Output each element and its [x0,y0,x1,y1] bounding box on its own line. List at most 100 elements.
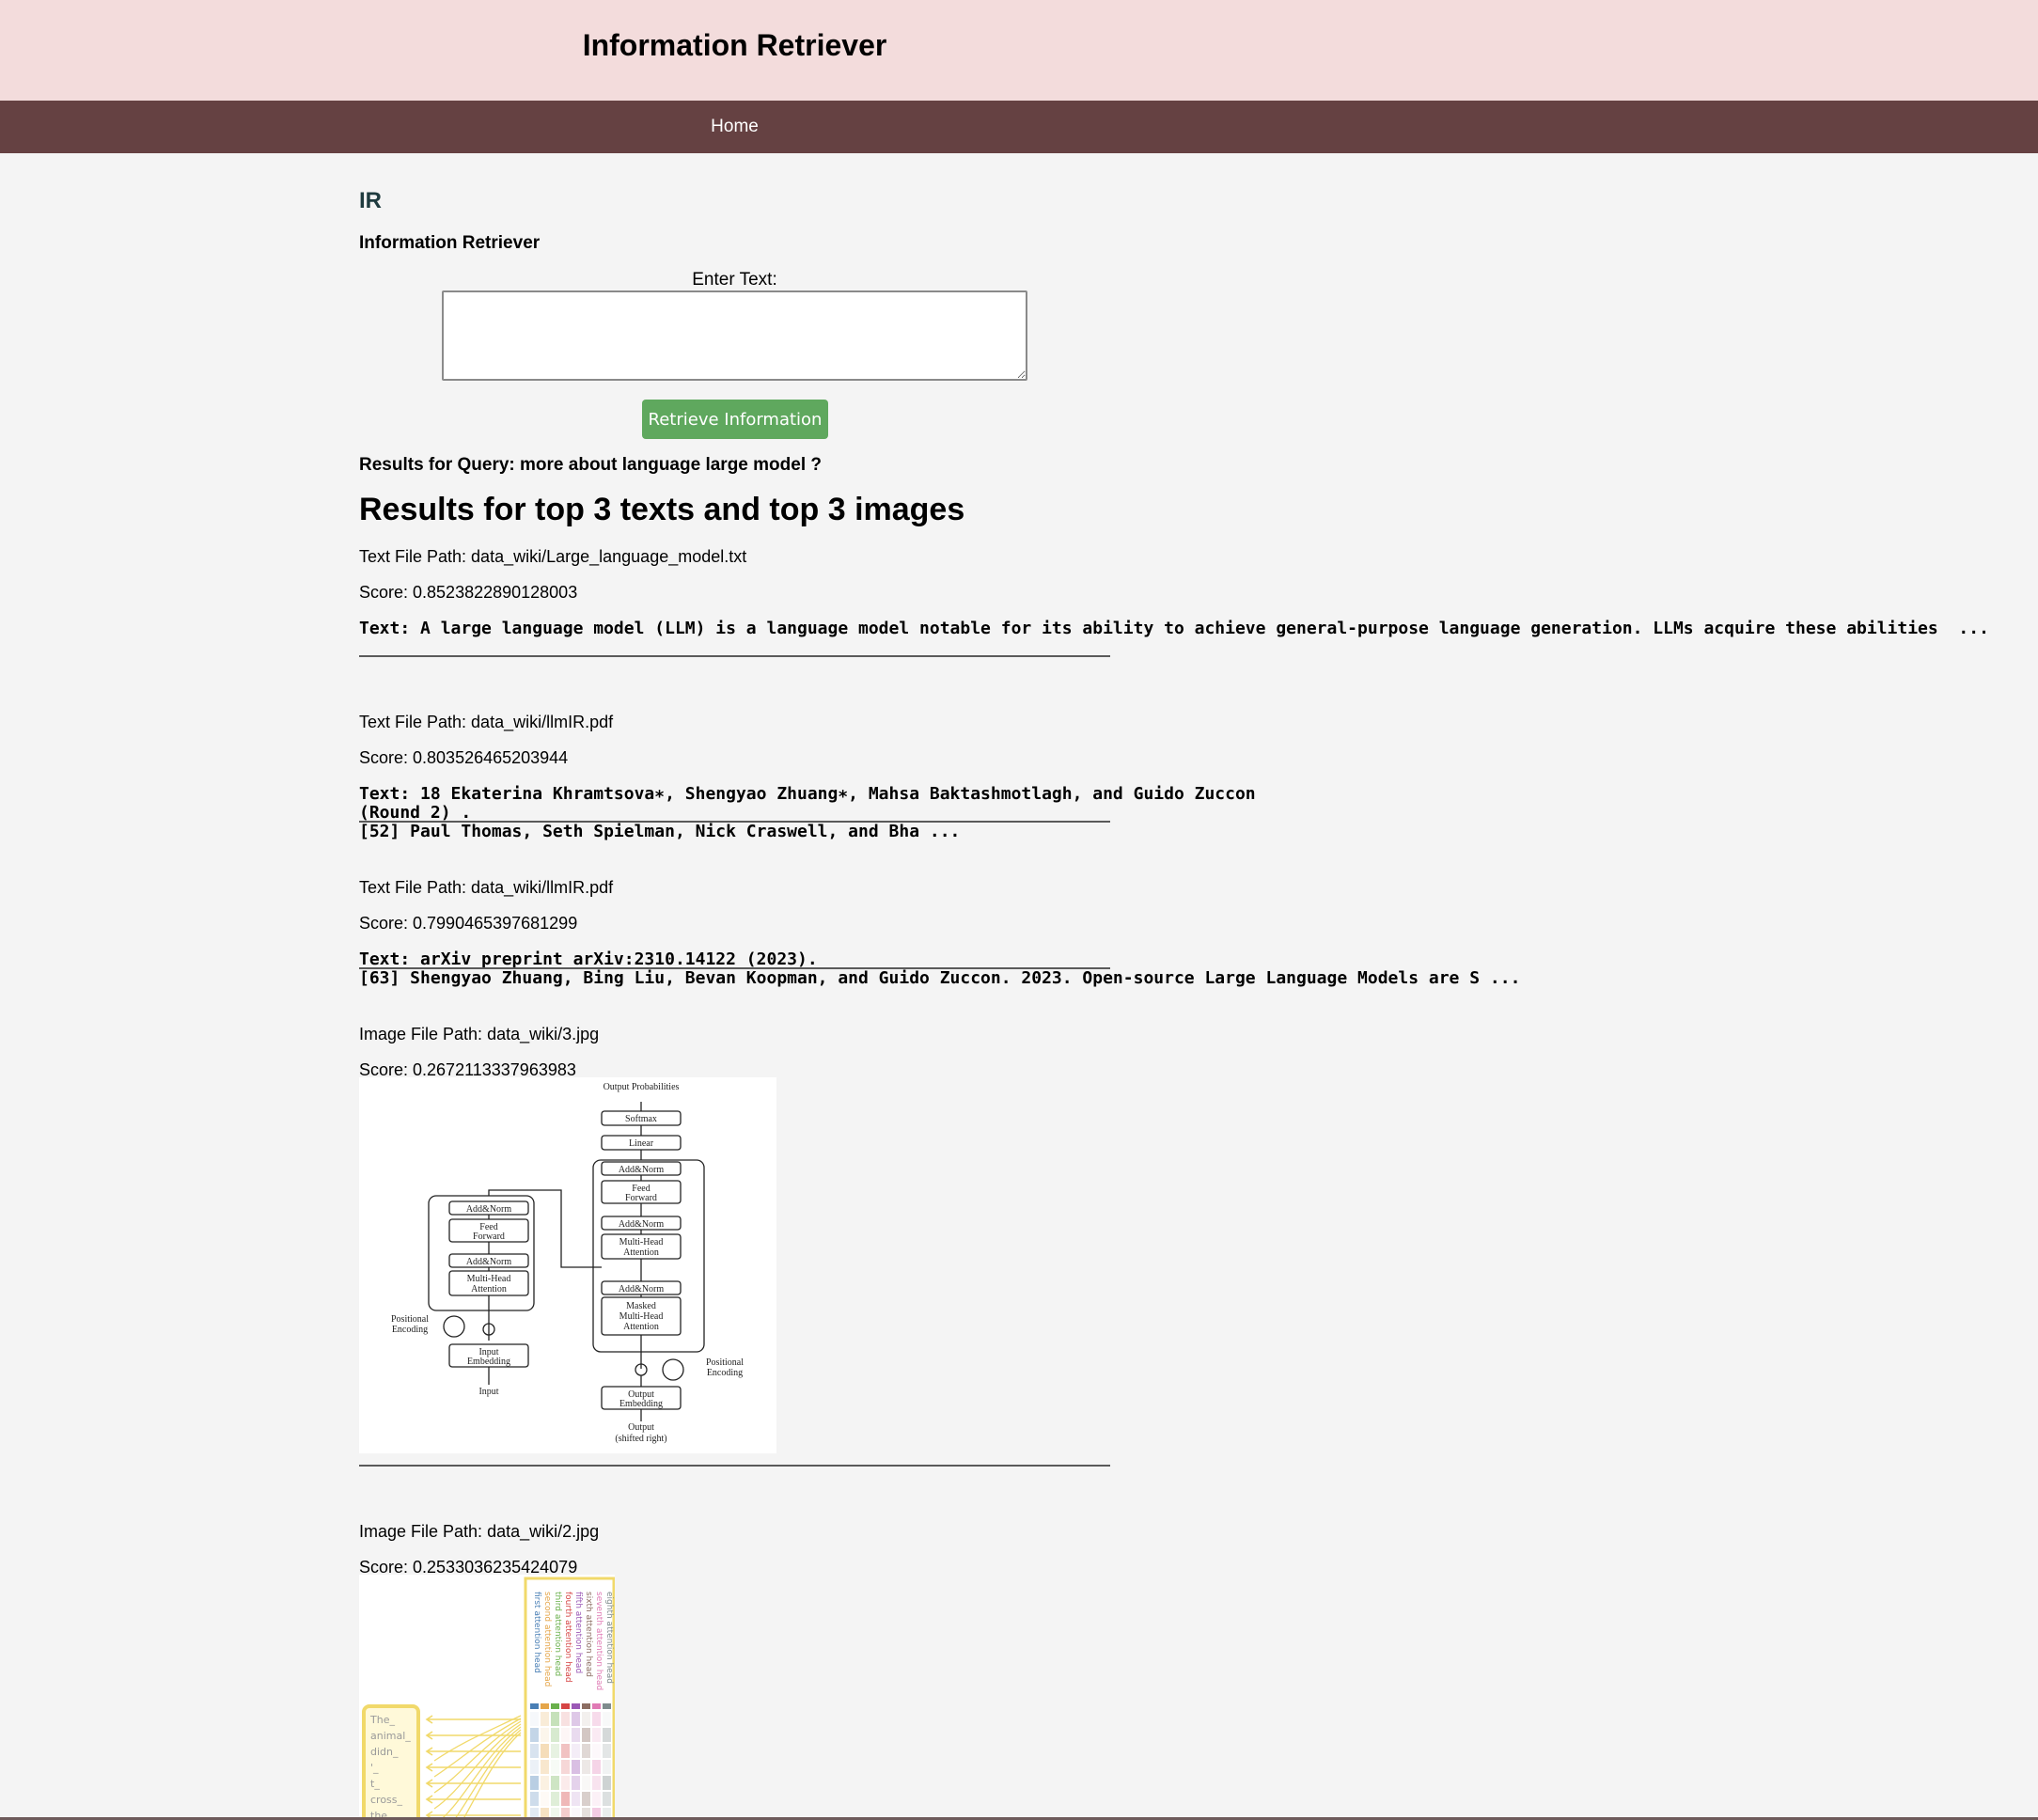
site-title: Information Retriever [582,28,887,62]
attention-weight-cell [561,1792,570,1806]
enter-text-label: Enter Text: [692,270,777,290]
attention-weight-cell [561,1760,570,1774]
attention-weight-cell [541,1792,549,1806]
text-result-snippet: Text: 18 Ekaterina Khramtsova∗, Shengyao… [359,784,1256,841]
attention-weight-cell [551,1712,559,1726]
attention-weight-cell [582,1792,590,1806]
attention-curve [433,1720,522,1794]
attention-weight-cell [582,1760,590,1774]
text-result-score: Score: 0.8523822890128003 [359,583,578,602]
token-label: cross_ [370,1794,403,1806]
attention-weight-cell [582,1744,590,1758]
linear-label: Linear [629,1138,654,1149]
attention-weight-cell [530,1792,539,1806]
attention-weight-cell [592,1808,601,1817]
multi-head-label: Multi-Head [467,1274,511,1284]
attention-head-swatch [603,1703,611,1709]
attention-weight-cell [592,1776,601,1790]
attention-head-swatch [582,1703,590,1709]
attention-label: Attention [471,1284,507,1294]
attention-weight-cell [603,1760,611,1774]
attention-weight-cell [572,1728,580,1742]
attention-weight-cell [561,1712,570,1726]
attention-weight-cell [572,1712,580,1726]
attention-head-label: seventh attention head [594,1592,604,1690]
attention-weight-cell [551,1728,559,1742]
attention-label: Attention [623,1322,659,1332]
result-divider [359,821,1110,823]
attention-weight-cell [582,1712,590,1726]
result-divider [359,1465,1110,1467]
attention-weight-cell [541,1776,549,1790]
input-label: Input [478,1387,498,1397]
section-heading: IR [359,188,382,213]
query-results-line: Results for Query: more about language l… [359,455,822,475]
text-result-path: Text File Path: data_wiki/llmIR.pdf [359,878,614,897]
attention-weight-cell [551,1760,559,1774]
attention-weight-cell [572,1776,580,1790]
attention-head-label: first attention head [532,1592,541,1673]
attention-weight-cell [572,1760,580,1774]
attention-weight-cell [551,1776,559,1790]
attention-weight-cell [592,1712,601,1726]
attention-weight-cell [530,1776,539,1790]
text-result-snippet: Text: arXiv preprint arXiv:2310.14122 (2… [359,949,1521,988]
attention-head-label: sixth attention head [584,1592,593,1677]
attention-head-label: fourth attention head [563,1592,572,1683]
attention-weight-cell [551,1808,559,1817]
site-header: Information Retriever [0,0,2038,101]
attention-weight-cell [541,1712,549,1726]
attention-head-label: second attention head [542,1592,552,1687]
attention-weight-cell [541,1744,549,1758]
attention-weight-cell [603,1744,611,1758]
attention-weight-cell [592,1760,601,1774]
attention-weight-cell [603,1808,611,1817]
attention-weight-cell [530,1744,539,1758]
attention-weight-cell [561,1744,570,1758]
text-result-snippet: Text: A large language model (LLM) is a … [359,619,1989,638]
attention-head-swatch [592,1703,601,1709]
token-label: The_ [369,1714,395,1726]
input-embedding-label: Embedding [467,1357,510,1367]
attention-weight-cell [541,1728,549,1742]
encoding-label: Encoding [392,1325,428,1335]
result-divider [359,655,1110,657]
query-textarea[interactable] [442,290,1027,381]
token-label: t_ [370,1778,380,1790]
encoding-label: Encoding [707,1368,743,1378]
output-shifted-label: Output [628,1422,654,1433]
attention-weight-cell [561,1776,570,1790]
svg-text:Output Probabilities: Output Probabilities [604,1082,680,1092]
attention-weight-cell [561,1808,570,1817]
attention-weight-cell [561,1728,570,1742]
attention-weight-cell [582,1776,590,1790]
attention-weight-cell [530,1760,539,1774]
attention-head-swatch [541,1703,549,1709]
transformer-architecture-image: Output Probabilities Softmax Linear Add&… [359,1077,776,1453]
nav-home-link[interactable]: Home [0,101,1469,153]
token-label: '_ [370,1762,379,1774]
token-label: animal_ [370,1730,411,1742]
retrieve-information-button[interactable]: Retrieve Information [642,400,828,439]
add-norm-label: Add&Norm [466,1257,512,1267]
add-norm-label: Add&Norm [619,1219,665,1230]
add-norm-label: Add&Norm [466,1204,512,1215]
attention-head-label: third attention head [553,1592,562,1676]
text-result-path: Text File Path: data_wiki/llmIR.pdf [359,713,614,731]
attention-weight-cell [592,1728,601,1742]
attention-weight-cell [592,1744,601,1758]
result-divider [359,967,1110,969]
feed-forward-label: Forward [625,1193,657,1203]
attention-head-swatch [530,1703,539,1709]
attention-weight-cell [582,1808,590,1817]
output-embedding-label: Embedding [619,1399,663,1409]
feed-forward-label: Forward [473,1232,505,1242]
add-norm-label: Add&Norm [619,1284,665,1294]
text-result-score: Score: 0.7990465397681299 [359,914,578,933]
attention-weight-cell [541,1760,549,1774]
attention-weight-cell [572,1792,580,1806]
attention-weight-cell [603,1728,611,1742]
attention-weight-cell [592,1792,601,1806]
attention-weight-cell [572,1744,580,1758]
attention-head-swatch [551,1703,559,1709]
